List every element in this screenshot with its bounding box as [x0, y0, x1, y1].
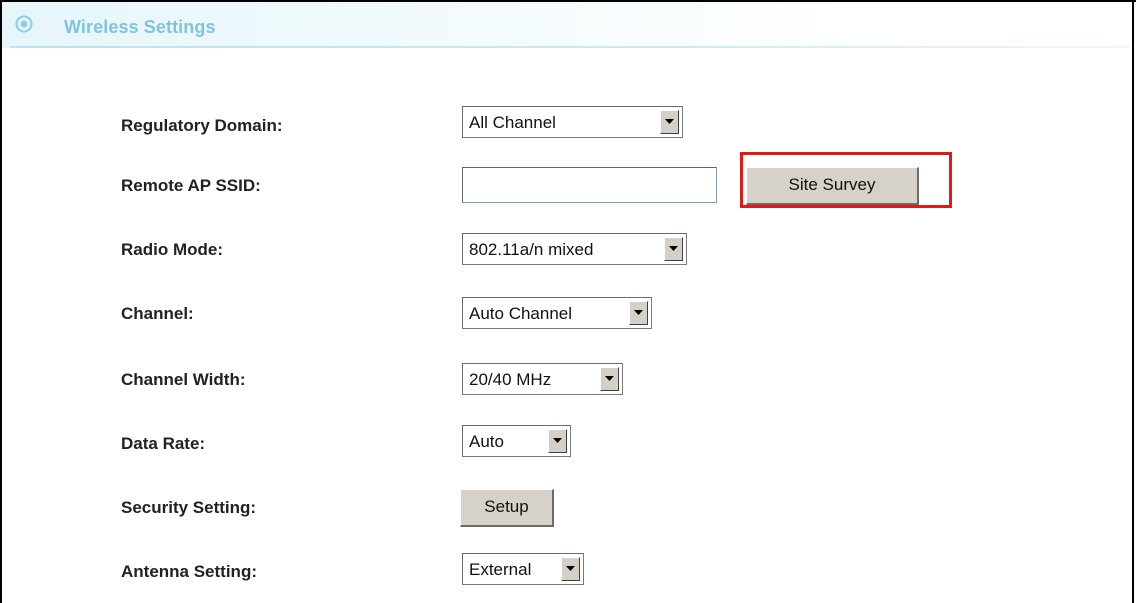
regulatory-domain-value: All Channel: [469, 113, 556, 132]
header-divider: [10, 46, 1130, 48]
chevron-down-icon[interactable]: [629, 301, 648, 325]
remote-ap-ssid-input[interactable]: [462, 167, 717, 203]
regulatory-domain-label: Regulatory Domain:: [121, 116, 283, 135]
antenna-setting-label: Antenna Setting:: [121, 562, 257, 581]
chevron-down-icon[interactable]: [548, 429, 567, 453]
antenna-setting-select[interactable]: External: [462, 553, 584, 585]
antenna-setting-value: External: [469, 560, 532, 579]
channel-select[interactable]: Auto Channel: [462, 297, 652, 329]
remote-ap-ssid-label: Remote AP SSID:: [121, 176, 261, 195]
radio-mode-label: Radio Mode:: [121, 240, 223, 259]
channel-width-value: 20/40 MHz: [469, 370, 552, 389]
channel-label: Channel:: [121, 304, 194, 323]
setup-button[interactable]: Setup: [460, 489, 554, 527]
highlight-box: [740, 152, 952, 208]
chevron-down-icon[interactable]: [600, 367, 619, 391]
page-title: Wireless Settings: [64, 17, 216, 37]
channel-value: Auto Channel: [469, 304, 573, 323]
frame-left-border: [0, 0, 2, 603]
section-header: Wireless Settings: [2, 2, 1132, 48]
data-rate-select[interactable]: Auto: [462, 425, 571, 457]
chevron-down-icon[interactable]: [660, 110, 679, 134]
data-rate-value: Auto: [469, 432, 504, 451]
chevron-down-icon[interactable]: [561, 557, 580, 581]
channel-width-select[interactable]: 20/40 MHz: [462, 363, 623, 395]
security-setting-label: Security Setting:: [121, 498, 257, 517]
channel-width-label: Channel Width:: [121, 370, 246, 389]
data-rate-label: Data Rate:: [121, 434, 206, 453]
setup-button-label: Setup: [484, 497, 529, 516]
radio-mode-select[interactable]: 802.11a/n mixed: [462, 233, 687, 265]
radio-mode-value: 802.11a/n mixed: [469, 240, 594, 259]
regulatory-domain-select[interactable]: All Channel: [462, 106, 683, 138]
target-circle-icon: [15, 15, 33, 33]
chevron-down-icon[interactable]: [664, 237, 683, 261]
